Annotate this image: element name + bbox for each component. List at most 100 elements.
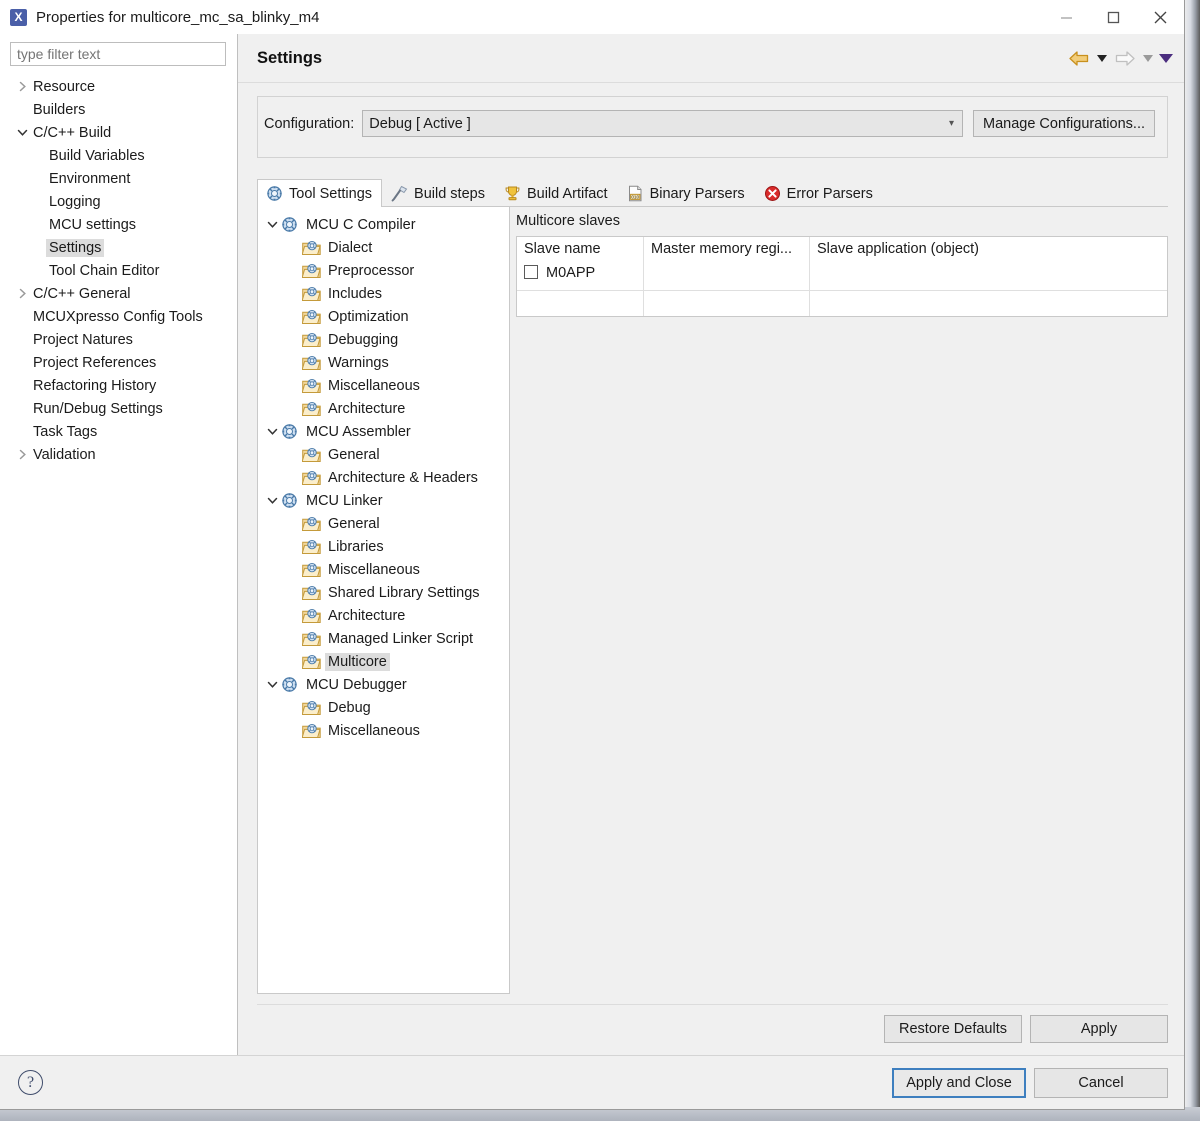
slave-enable-checkbox[interactable] (524, 265, 538, 279)
tab-label: Build Artifact (526, 185, 608, 202)
tool-tree-item-label: Managed Linker Script (328, 630, 474, 647)
tool-tree-item-optimization[interactable]: Optimization (258, 305, 509, 328)
apply-and-close-button[interactable]: Apply and Close (892, 1067, 1026, 1098)
tab-binary-parsers[interactable]: 010 Binary Parsers (618, 179, 755, 207)
tool-tree-item-general[interactable]: General (258, 443, 509, 466)
cancel-button[interactable]: Cancel (1034, 1067, 1168, 1098)
filter-input[interactable] (10, 42, 226, 66)
sidebar-item-label: Environment (49, 170, 131, 187)
chevron-down-icon[interactable] (264, 679, 280, 690)
restore-defaults-button[interactable]: Restore Defaults (884, 1015, 1022, 1043)
tool-tree-item-label: General (328, 515, 380, 532)
cell-slave-name[interactable]: M0APP (517, 264, 644, 290)
tool-settings-tree[interactable]: MCU C Compiler Dialect Preprocessor Include… (257, 207, 510, 994)
chevron-down-icon[interactable] (264, 495, 280, 506)
background-ide-sliver (1184, 0, 1200, 1121)
tool-tree-item-shared-library-settings[interactable]: Shared Library Settings (258, 581, 509, 604)
tab-build-steps[interactable]: Build steps (382, 179, 495, 207)
sidebar-item-run-debug-settings[interactable]: Run/Debug Settings (0, 397, 237, 420)
close-icon[interactable] (1137, 0, 1184, 34)
column-header-slave-application[interactable]: Slave application (object) (810, 237, 1167, 264)
sidebar-item-project-references[interactable]: Project References (0, 351, 237, 374)
tab-error-parsers[interactable]: Error Parsers (755, 179, 883, 207)
tool-tree-item-architecture[interactable]: Architecture (258, 397, 509, 420)
folder-icon (302, 354, 321, 371)
configuration-dropdown[interactable]: Debug [ Active ] ▾ (362, 110, 963, 137)
tool-tree-item-miscellaneous[interactable]: Miscellaneous (258, 558, 509, 581)
chevron-right-icon[interactable] (14, 449, 30, 460)
tool-tree-item-debugging[interactable]: Debugging (258, 328, 509, 351)
folder-icon (302, 285, 321, 302)
sidebar-item-c-c-general[interactable]: C/C++ General (0, 282, 237, 305)
sidebar-item-c-c-build[interactable]: C/C++ Build (0, 121, 237, 144)
tool-tree-item-miscellaneous[interactable]: Miscellaneous (258, 719, 509, 742)
chevron-down-icon[interactable] (14, 127, 30, 138)
error-circle-icon (764, 185, 781, 202)
tool-tree-item-label: Architecture (328, 607, 406, 624)
tool-tree-item-architecture[interactable]: Architecture (258, 604, 509, 627)
sidebar-item-settings[interactable]: Settings (0, 236, 237, 259)
column-header-slave-name[interactable]: Slave name (517, 237, 644, 264)
tab-tool-settings[interactable]: Tool Settings (257, 179, 383, 207)
sidebar-item-validation[interactable]: Validation (0, 443, 237, 466)
tool-tree-item-includes[interactable]: Includes (258, 282, 509, 305)
tool-tree-item-debug[interactable]: Debug (258, 696, 509, 719)
tool-tree-item-mcu-linker[interactable]: MCU Linker (258, 489, 509, 512)
binary-file-icon: 010 (627, 185, 644, 202)
table-empty-row (517, 290, 1167, 316)
tool-tree-item-libraries[interactable]: Libraries (258, 535, 509, 558)
sidebar-item-project-natures[interactable]: Project Natures (0, 328, 237, 351)
tool-tree-item-label: Includes (328, 285, 383, 302)
page-title: Settings (257, 48, 323, 67)
multicore-panel: Multicore slaves Slave name Master memor… (510, 207, 1168, 994)
folder-icon (302, 239, 321, 256)
sidebar-item-mcu-settings[interactable]: MCU settings (0, 213, 237, 236)
tool-tree-item-miscellaneous[interactable]: Miscellaneous (258, 374, 509, 397)
tool-tree-item-label: Architecture (328, 400, 406, 417)
chevron-down-icon[interactable] (264, 426, 280, 437)
tool-tree-item-label: MCU Debugger (306, 676, 407, 693)
tool-tree-item-mcu-debugger[interactable]: MCU Debugger (258, 673, 509, 696)
help-icon[interactable]: ? (18, 1070, 43, 1095)
tool-tree-item-mcu-assembler[interactable]: MCU Assembler (258, 420, 509, 443)
sidebar-item-mcuxpresso-config-tools[interactable]: MCUXpresso Config Tools (0, 305, 237, 328)
tool-tree-item-managed-linker-script[interactable]: Managed Linker Script (258, 627, 509, 650)
tool-tree-item-dialect[interactable]: Dialect (258, 236, 509, 259)
chevron-right-icon[interactable] (14, 81, 30, 92)
tool-tree-item-mcu-c-compiler[interactable]: MCU C Compiler (258, 213, 509, 236)
forward-arrow-icon[interactable] (1112, 45, 1138, 73)
tab-build-artifact[interactable]: Build Artifact (495, 179, 618, 207)
chevron-right-icon[interactable] (14, 288, 30, 299)
sidebar-item-label: Logging (49, 193, 101, 210)
sidebar-item-tool-chain-editor[interactable]: Tool Chain Editor (0, 259, 237, 282)
view-menu-icon[interactable] (1158, 45, 1174, 73)
back-history-caret-icon[interactable] (1094, 45, 1110, 73)
sidebar-item-builders[interactable]: Builders (0, 98, 237, 121)
tool-tree-item-label: Miscellaneous (328, 561, 420, 578)
tool-tree-item-warnings[interactable]: Warnings (258, 351, 509, 374)
chevron-down-icon[interactable] (264, 219, 280, 230)
column-header-master-memory-region[interactable]: Master memory regi... (644, 237, 810, 264)
back-arrow-icon[interactable] (1066, 45, 1092, 73)
tool-tree-item-preprocessor[interactable]: Preprocessor (258, 259, 509, 282)
sidebar-item-resource[interactable]: Resource (0, 75, 237, 98)
filter-container (0, 34, 237, 70)
forward-history-caret-icon[interactable] (1140, 45, 1156, 73)
cell-slave-application[interactable] (810, 264, 1167, 290)
tool-tree-item-architecture-headers[interactable]: Architecture & Headers (258, 466, 509, 489)
sidebar-item-build-variables[interactable]: Build Variables (0, 144, 237, 167)
tool-tree-item-multicore[interactable]: Multicore (258, 650, 509, 673)
minimize-icon[interactable] (1043, 0, 1090, 34)
maximize-icon[interactable] (1090, 0, 1137, 34)
manage-configurations-button[interactable]: Manage Configurations... (972, 110, 1155, 137)
sidebar-item-logging[interactable]: Logging (0, 190, 237, 213)
tool-tree-item-general[interactable]: General (258, 512, 509, 535)
sidebar-item-refactoring-history[interactable]: Refactoring History (0, 374, 237, 397)
sidebar-item-environment[interactable]: Environment (0, 167, 237, 190)
apply-button[interactable]: Apply (1030, 1015, 1168, 1043)
tool-tree-item-label: Warnings (328, 354, 389, 371)
sidebar-item-task-tags[interactable]: Task Tags (0, 420, 237, 443)
tool-icon (280, 216, 299, 233)
cell-master-memory-region[interactable] (644, 264, 810, 290)
table-row[interactable]: M0APP (517, 264, 1167, 290)
